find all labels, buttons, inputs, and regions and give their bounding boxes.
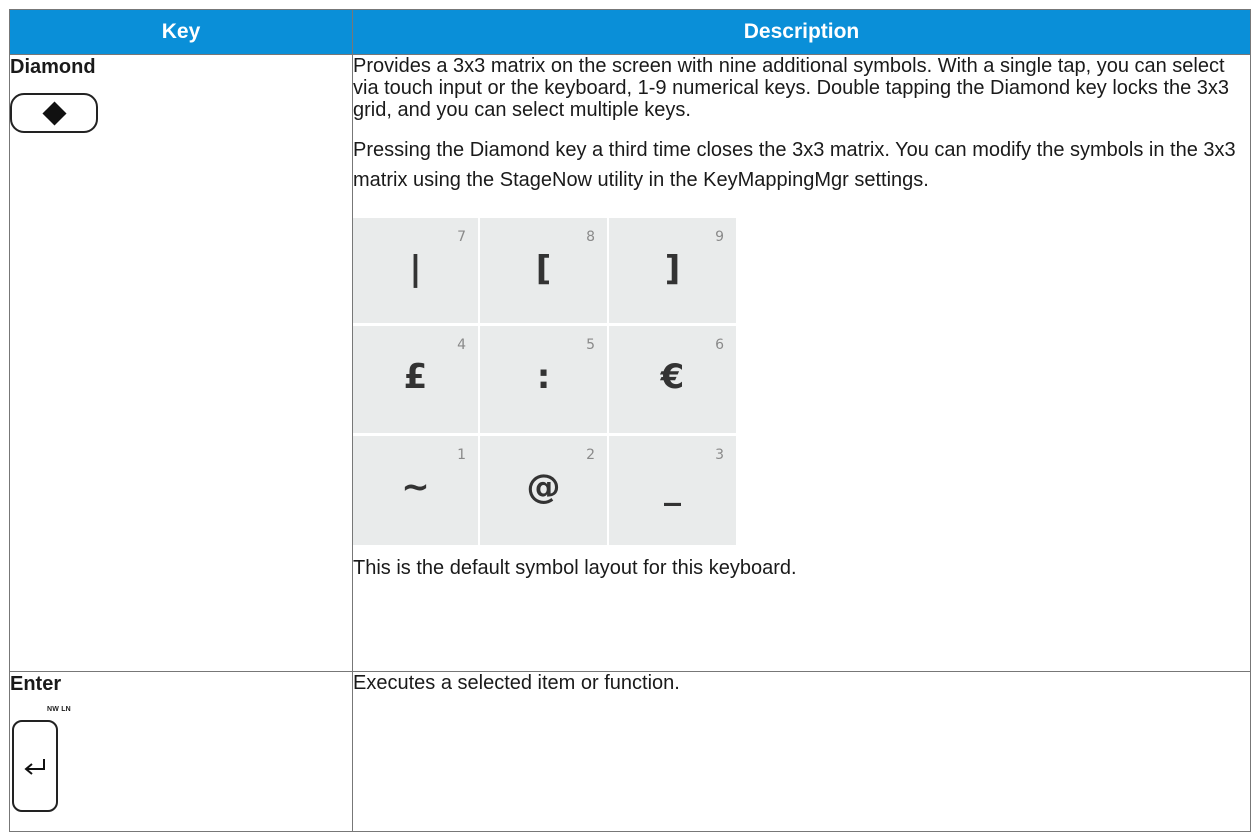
matrix-cell-number: 1 (457, 447, 466, 463)
key-description-table: Key Description Diamond Provides a 3x3 m… (9, 9, 1251, 832)
matrix-cell-number: 6 (715, 337, 724, 353)
matrix-cell: 4 £ (353, 326, 478, 433)
matrix-cell-symbol: £ (403, 357, 428, 397)
matrix-cell-number: 5 (586, 337, 595, 353)
symbol-matrix-grid: 7 | 8[9] 4 £5:6 €1 ~2 @3 _ (353, 218, 736, 545)
matrix-cell-symbol: [ (535, 249, 552, 289)
header-description: Description (352, 9, 1251, 55)
return-arrow-icon (24, 759, 45, 775)
description-enter: Executes a selected item or function. (353, 672, 680, 694)
table-row-diamond: Diamond Provides a 3x3 matrix on the scr… (9, 54, 1251, 672)
description-paragraph-2: Pressing the Diamond key a third time cl… (353, 139, 1236, 191)
matrix-cell: 7 | (353, 218, 478, 323)
description-paragraph-1: Provides a 3x3 matrix on the screen with… (353, 55, 1230, 121)
matrix-cell-number: 4 (457, 337, 466, 353)
diamond-glyph-icon (41, 100, 67, 126)
table-row-enter: Enter NW LN Executes a selected item or … (9, 671, 1251, 832)
header-key: Key (9, 9, 353, 55)
matrix-cell: 3 _ (609, 436, 736, 545)
enter-key-icon: NW LN (10, 706, 90, 816)
matrix-cell-number: 9 (715, 229, 724, 245)
matrix-cell-symbol: ] (664, 249, 681, 289)
enter-keycap (12, 720, 58, 812)
matrix-cell-number: 3 (715, 447, 724, 463)
matrix-cell-symbol: @ (526, 467, 561, 507)
matrix-cell: 6 € (609, 326, 736, 433)
matrix-cell: 1 ~ (353, 436, 478, 545)
matrix-cell-number: 2 (586, 447, 595, 463)
description-cell-diamond: Provides a 3x3 matrix on the screen with… (352, 54, 1251, 672)
key-name-diamond: Diamond (10, 56, 96, 78)
diamond-key-icon (10, 93, 98, 133)
table-header-row: Key Description (9, 9, 1251, 55)
matrix-cell-number: 8 (586, 229, 595, 245)
matrix-cell: 2 @ (480, 436, 607, 545)
description-cell-enter: Executes a selected item or function. (352, 671, 1251, 832)
matrix-cell-number: 7 (457, 229, 466, 245)
matrix-cell: 8[ (480, 218, 607, 323)
key-name-enter: Enter (10, 673, 62, 695)
description-note: This is the default symbol layout for th… (353, 557, 797, 579)
symbol-matrix-image: 7 | 8[9] 4 £5:6 €1 ~2 @3 _ (353, 218, 736, 545)
key-cell-enter: Enter NW LN (9, 671, 353, 832)
matrix-cell-symbol: ~ (401, 467, 430, 507)
key-cell-diamond: Diamond (9, 54, 353, 672)
matrix-cell-symbol: : (536, 357, 551, 397)
matrix-cell: 5: (480, 326, 607, 433)
matrix-cell-symbol: | (409, 249, 422, 289)
matrix-cell-symbol: € (660, 357, 685, 397)
matrix-cell-symbol: _ (664, 467, 681, 507)
matrix-cell: 9] (609, 218, 736, 323)
enter-key-legend: NW LN (47, 706, 71, 713)
